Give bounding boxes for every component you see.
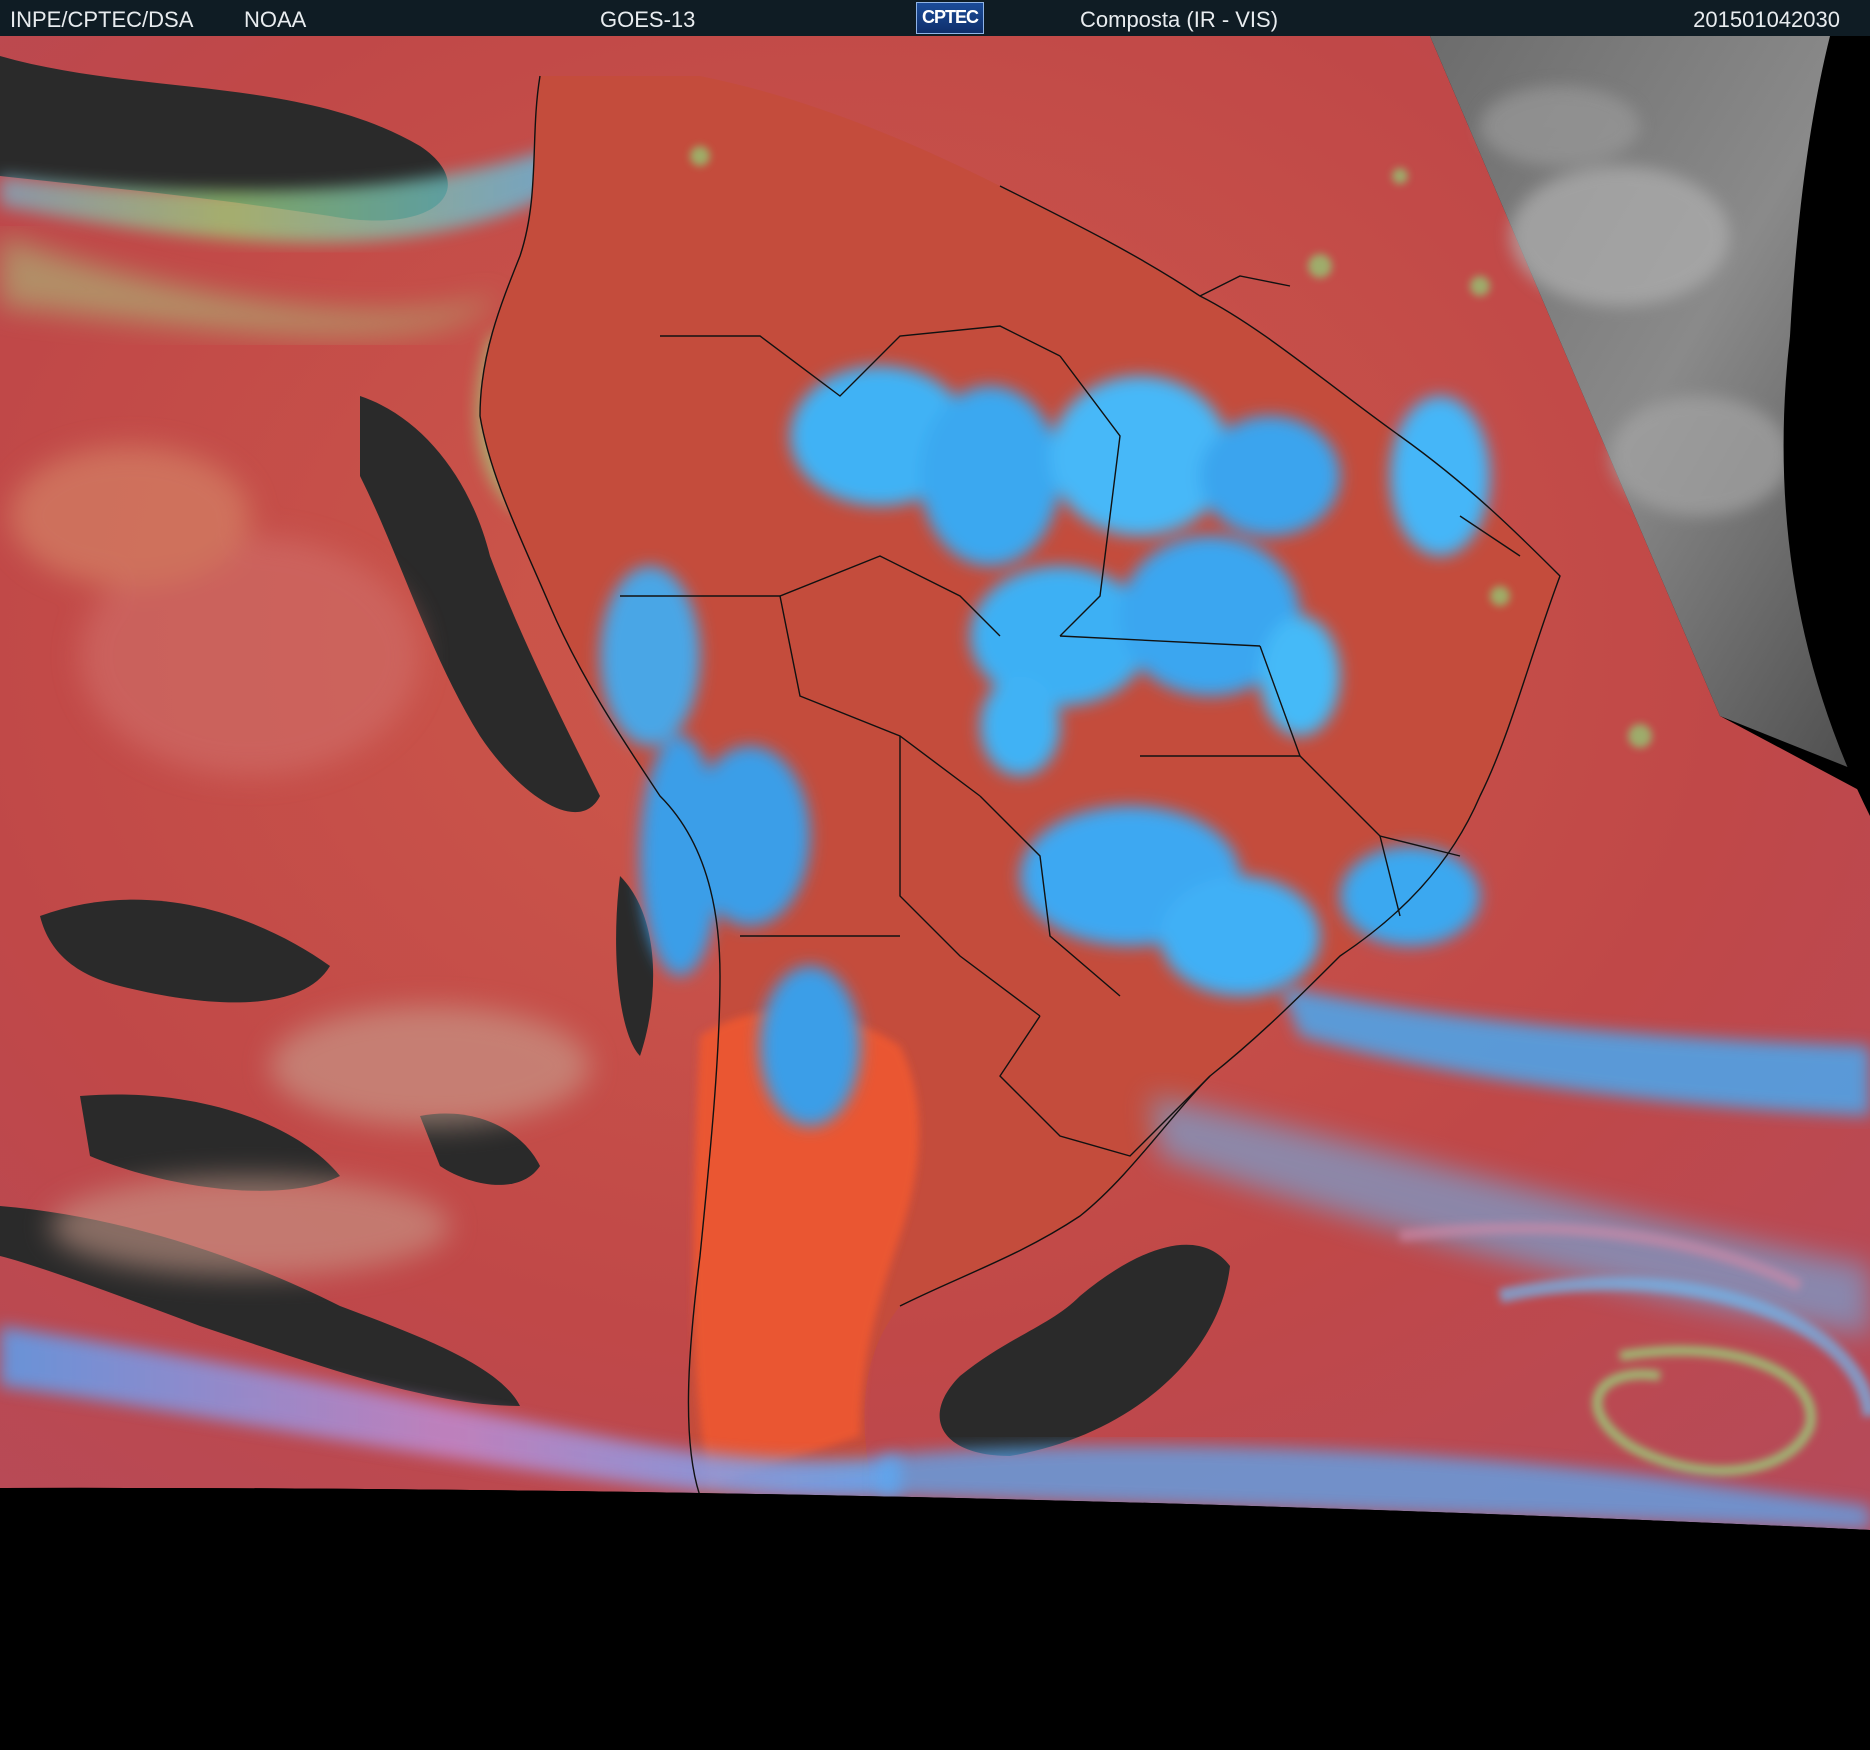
product-label: Composta (IR - VIS) xyxy=(1080,7,1279,32)
satellite-label: GOES-13 xyxy=(600,7,696,32)
agency-label: INPE/CPTEC/DSA xyxy=(10,7,194,32)
space-bottom xyxy=(0,1487,1870,1750)
composite-image-svg xyxy=(0,36,1870,1750)
partner-label: NOAA xyxy=(244,7,307,32)
satellite-image xyxy=(0,36,1870,1750)
header-bar: INPE/CPTEC/DSA NOAA GOES-13 CPTEC Compos… xyxy=(0,0,1870,36)
timestamp-label: 201501042030 xyxy=(1693,7,1840,32)
cptec-logo: CPTEC xyxy=(916,2,984,34)
